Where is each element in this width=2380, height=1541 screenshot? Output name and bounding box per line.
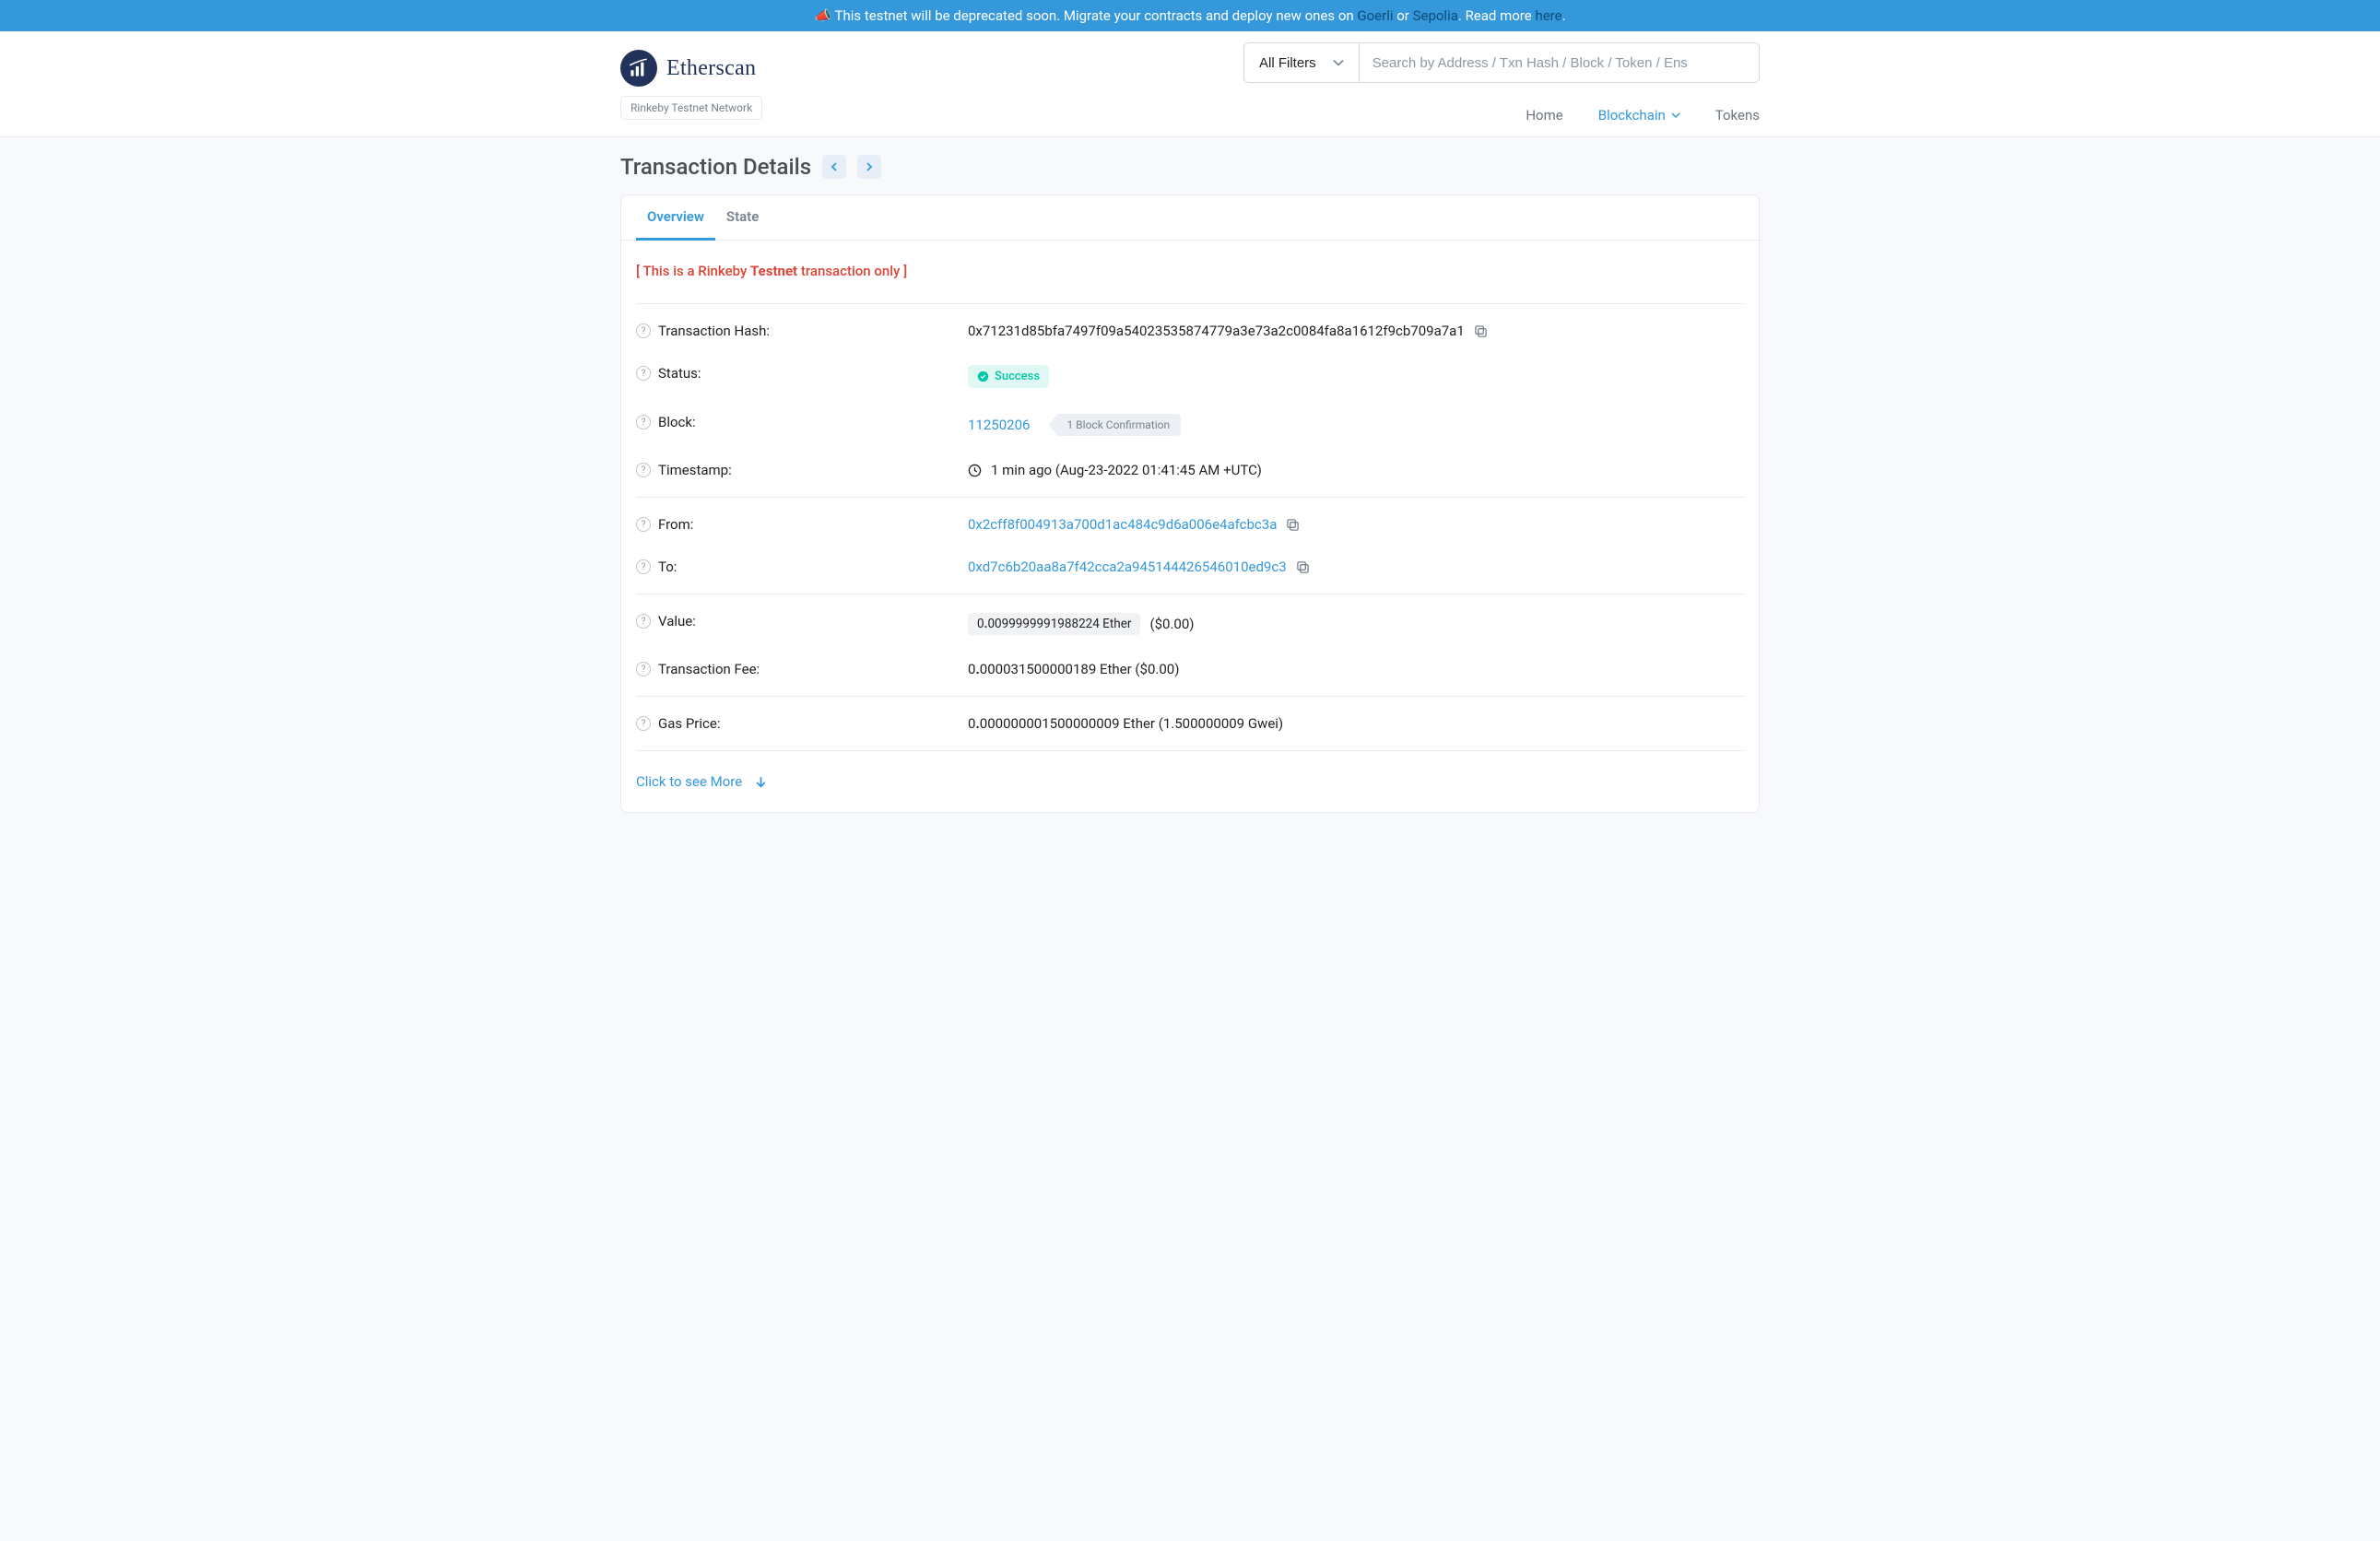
tabs: Overview State	[621, 195, 1759, 241]
arrow-down-icon	[755, 776, 767, 788]
from-address-link[interactable]: 0x2cff8f004913a700d1ac484c9d6a006e4afcbc…	[968, 516, 1277, 533]
tx-hash-value: 0x71231d85bfa7497f09a54023535874779a3e73…	[968, 323, 1465, 339]
nav-home[interactable]: Home	[1526, 107, 1562, 124]
fee-value: 0.000031500000189 Ether ($0.00)	[968, 661, 1179, 677]
logo[interactable]: Etherscan	[620, 50, 762, 87]
prev-tx-button[interactable]	[822, 155, 846, 179]
copy-icon[interactable]	[1286, 518, 1300, 532]
banner-text: 📣 This testnet will be deprecated soon. …	[814, 7, 1357, 24]
value-amount: 0.0099999991988224 Ether	[968, 613, 1140, 635]
tx-card: Overview State [ This is a Rinkeby Testn…	[620, 194, 1760, 813]
help-icon[interactable]: ?	[636, 716, 651, 731]
etherscan-logo-icon	[620, 50, 657, 87]
chevron-down-icon	[1333, 57, 1344, 68]
copy-icon[interactable]	[1474, 324, 1488, 338]
banner-link-here[interactable]: here	[1535, 7, 1561, 24]
timestamp-value: 1 min ago (Aug-23-2022 01:41:45 AM +UTC)	[991, 462, 1262, 478]
row-value: ?Value: 0.0099999991988224 Ether ($0.00)	[636, 600, 1744, 648]
help-icon[interactable]: ?	[636, 323, 651, 338]
search-filter-dropdown[interactable]: All Filters	[1244, 43, 1360, 82]
nav-blockchain[interactable]: Blockchain	[1598, 107, 1680, 124]
row-from: ?From: 0x2cff8f004913a700d1ac484c9d6a006…	[636, 503, 1744, 546]
copy-icon[interactable]	[1296, 560, 1310, 574]
row-to: ?To: 0xd7c6b20aa8a7f42cca2a9451444265460…	[636, 546, 1744, 588]
main-nav: Home Blockchain Tokens	[1526, 96, 1760, 136]
block-confirmations: 1 Block Confirmation	[1055, 414, 1181, 436]
help-icon[interactable]: ?	[636, 517, 651, 532]
see-more-button[interactable]: Click to see More	[636, 757, 767, 795]
row-txhash: ?Transaction Hash: 0x71231d85bfa7497f09a…	[636, 310, 1744, 352]
help-icon[interactable]: ?	[636, 662, 651, 676]
check-circle-icon	[977, 371, 989, 382]
help-icon[interactable]: ?	[636, 614, 651, 629]
to-address-link[interactable]: 0xd7c6b20aa8a7f42cca2a945144426546010ed9…	[968, 559, 1287, 575]
tab-overview[interactable]: Overview	[636, 195, 715, 241]
nav-tokens[interactable]: Tokens	[1715, 107, 1760, 124]
help-icon[interactable]: ?	[636, 415, 651, 429]
chevron-down-icon	[1671, 111, 1680, 120]
tab-state[interactable]: State	[715, 195, 770, 241]
status-badge: Success	[968, 365, 1049, 388]
clock-icon	[968, 464, 982, 477]
help-icon[interactable]: ?	[636, 463, 651, 477]
brand-name: Etherscan	[666, 56, 756, 81]
row-fee: ?Transaction Fee: 0.000031500000189 Ethe…	[636, 648, 1744, 690]
banner-link-goerli[interactable]: Goerli	[1357, 7, 1393, 24]
header: Etherscan Rinkeby Testnet Network All Fi…	[0, 31, 2380, 137]
network-badge: Rinkeby Testnet Network	[620, 96, 762, 120]
row-status: ?Status: Success	[636, 352, 1744, 401]
row-block: ?Block: 11250206 1 Block Confirmation	[636, 401, 1744, 449]
testnet-note: [ This is a Rinkeby Testnet transaction …	[636, 257, 1744, 298]
banner-link-sepolia[interactable]: Sepolia	[1413, 7, 1458, 24]
search-bar: All Filters	[1243, 42, 1760, 83]
chevron-right-icon	[865, 162, 874, 171]
gas-price-value: 0.000000001500000009 Ether (1.500000009 …	[968, 715, 1283, 732]
next-tx-button[interactable]	[857, 155, 881, 179]
search-input[interactable]	[1360, 43, 1759, 82]
help-icon[interactable]: ?	[636, 366, 651, 381]
chevron-left-icon	[830, 162, 839, 171]
page-title: Transaction Details	[620, 154, 811, 180]
value-usd: ($0.00)	[1149, 616, 1194, 632]
deprecation-banner: 📣 This testnet will be deprecated soon. …	[0, 0, 2380, 31]
row-gas: ?Gas Price: 0.000000001500000009 Ether (…	[636, 702, 1744, 745]
row-timestamp: ?Timestamp: 1 min ago (Aug-23-2022 01:41…	[636, 449, 1744, 491]
help-icon[interactable]: ?	[636, 559, 651, 574]
block-link[interactable]: 11250206	[968, 417, 1030, 433]
